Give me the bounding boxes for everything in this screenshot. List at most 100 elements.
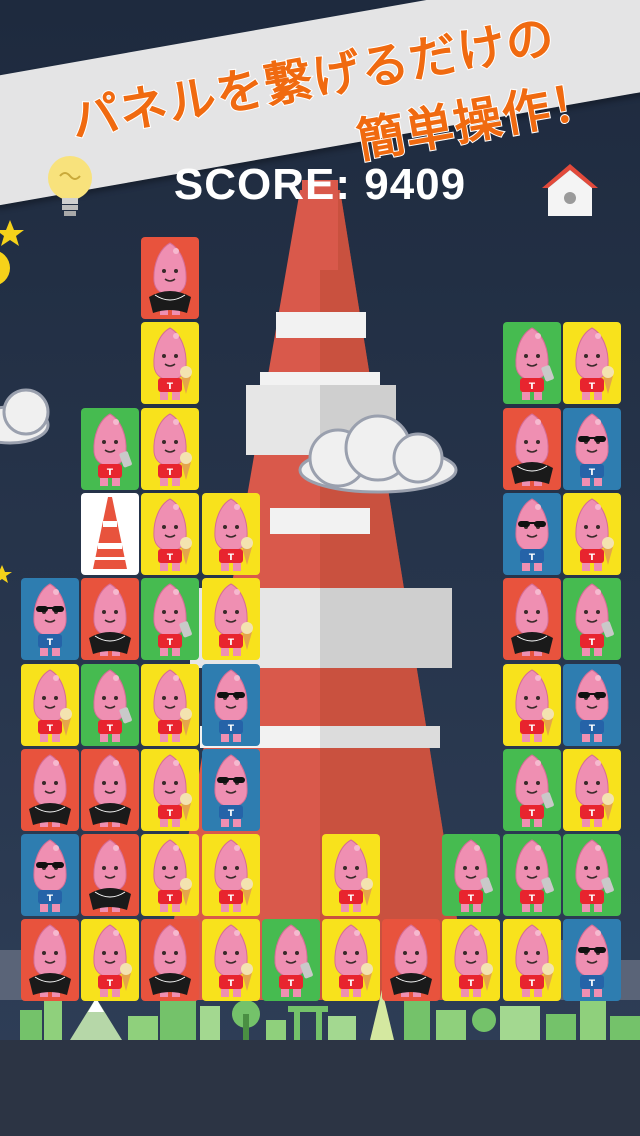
svg-text:T: T — [47, 638, 54, 648]
character-holding-soft-serve-icon: T — [214, 924, 253, 998]
character-holding-smartphone-icon: T — [515, 754, 554, 827]
panel-character-holding-soft-serve[interactable]: T — [502, 919, 561, 1002]
panel-character-holding-smartphone[interactable]: T — [562, 834, 621, 917]
character-with-black-cape-icon: T — [149, 242, 192, 315]
svg-text:T: T — [529, 553, 536, 563]
panel-character-holding-soft-serve[interactable]: T — [141, 322, 200, 405]
svg-text:T: T — [529, 894, 536, 904]
character-holding-soft-serve-icon: T — [153, 754, 193, 827]
panel-character-holding-soft-serve[interactable]: T — [201, 578, 260, 661]
panel-character-with-black-cape[interactable]: T — [382, 919, 441, 1002]
panel-character-holding-soft-serve[interactable]: T — [322, 919, 380, 1002]
character-holding-soft-serve-icon: T — [334, 924, 373, 998]
panel-character-with-sunglasses[interactable]: T — [21, 578, 79, 661]
panel-tokyo-tower-tile[interactable] — [81, 492, 140, 575]
panel-character-holding-soft-serve[interactable]: T — [141, 663, 200, 746]
panel-character-holding-soft-serve[interactable]: T — [562, 748, 621, 831]
character-holding-soft-serve-icon: T — [214, 498, 253, 571]
panel-character-with-black-cape[interactable]: T — [141, 919, 200, 1002]
character-with-sunglasses-icon: T — [214, 668, 248, 742]
character-holding-soft-serve-icon: T — [515, 668, 554, 742]
svg-text:T: T — [529, 724, 536, 734]
svg-text:T: T — [228, 979, 235, 989]
panel-character-with-black-cape[interactable]: T — [141, 237, 200, 319]
character-with-black-cape-icon: T — [510, 583, 553, 657]
panel-character-with-sunglasses[interactable]: T — [502, 492, 561, 575]
character-with-sunglasses-icon: T — [575, 668, 609, 742]
panel-character-holding-soft-serve[interactable]: T — [201, 919, 260, 1002]
character-holding-soft-serve-icon: T — [334, 839, 373, 913]
svg-text:T: T — [529, 809, 536, 819]
character-holding-smartphone-icon: T — [93, 413, 133, 486]
svg-text:T: T — [47, 724, 54, 734]
panel-character-with-sunglasses[interactable]: T — [562, 663, 621, 746]
panel-character-holding-smartphone[interactable]: T — [261, 919, 320, 1002]
character-holding-smartphone-icon: T — [515, 327, 554, 401]
panel-character-holding-smartphone[interactable]: T — [562, 578, 621, 661]
panel-character-with-black-cape[interactable]: T — [502, 578, 561, 661]
character-holding-soft-serve-icon: T — [454, 924, 494, 998]
character-with-black-cape-icon: T — [29, 754, 71, 827]
character-with-black-cape-icon: T — [149, 924, 192, 998]
puzzle-board: TTTTTTTTTTTTTTTTTTTTTTTTTTTTTTTTTTTTTTTT… — [0, 0, 640, 1136]
panel-character-holding-soft-serve[interactable]: T — [562, 322, 621, 405]
character-holding-soft-serve-icon: T — [153, 839, 193, 913]
character-holding-soft-serve-icon: T — [93, 924, 133, 998]
svg-text:T: T — [589, 809, 596, 819]
panel-character-holding-soft-serve[interactable]: T — [322, 834, 380, 917]
character-with-black-cape-icon: T — [510, 413, 553, 486]
panel-character-holding-soft-serve[interactable]: T — [562, 492, 621, 575]
panel-character-holding-soft-serve[interactable]: T — [141, 748, 200, 831]
svg-text:T: T — [348, 894, 355, 904]
tokyo-tower-tile-icon — [93, 496, 128, 569]
svg-text:T: T — [107, 724, 114, 734]
panel-character-holding-soft-serve[interactable]: T — [201, 492, 260, 575]
panel-character-holding-soft-serve[interactable]: T — [442, 919, 501, 1002]
game-screen: パネルを繋げるだけの 簡単操作！ SCORE: 9409 TTTTTTTTTTT… — [0, 0, 640, 1136]
panel-character-holding-soft-serve[interactable]: T — [141, 834, 200, 917]
panel-character-with-sunglasses[interactable]: T — [201, 663, 260, 746]
svg-text:T: T — [589, 979, 596, 989]
panel-character-holding-smartphone[interactable]: T — [502, 748, 561, 831]
panel-character-holding-soft-serve[interactable]: T — [201, 834, 260, 917]
panel-character-holding-soft-serve[interactable]: T — [81, 919, 140, 1002]
character-holding-soft-serve-icon: T — [153, 498, 193, 571]
panel-character-holding-smartphone[interactable]: T — [81, 663, 140, 746]
svg-text:T: T — [107, 979, 114, 989]
panel-character-with-sunglasses[interactable]: T — [21, 834, 79, 917]
character-with-black-cape-icon: T — [89, 839, 132, 913]
panel-character-with-sunglasses[interactable]: T — [562, 407, 621, 490]
character-holding-soft-serve-icon: T — [33, 668, 72, 742]
svg-text:T: T — [167, 468, 174, 478]
svg-text:T: T — [589, 468, 596, 478]
svg-text:T: T — [589, 724, 596, 734]
svg-text:T: T — [167, 382, 174, 392]
panel-character-holding-soft-serve[interactable]: T — [21, 663, 79, 746]
panel-character-holding-soft-serve[interactable]: T — [502, 663, 561, 746]
panel-character-holding-smartphone[interactable]: T — [81, 407, 140, 490]
panel-character-with-sunglasses[interactable]: T — [562, 919, 621, 1002]
panel-character-holding-smartphone[interactable]: T — [502, 322, 561, 405]
panel-character-holding-smartphone[interactable]: T — [502, 834, 561, 917]
panel-character-holding-smartphone[interactable]: T — [141, 578, 200, 661]
svg-text:T: T — [529, 382, 536, 392]
panel-character-with-black-cape[interactable]: T — [21, 748, 79, 831]
panel-character-holding-soft-serve[interactable]: T — [141, 492, 200, 575]
character-holding-soft-serve-icon: T — [575, 498, 614, 571]
panel-character-holding-soft-serve[interactable]: T — [141, 407, 200, 490]
character-holding-smartphone-icon: T — [93, 668, 133, 742]
panel-character-with-black-cape[interactable]: T — [21, 919, 79, 1002]
character-with-black-cape-icon: T — [29, 924, 71, 998]
panel-character-with-black-cape[interactable]: T — [502, 407, 561, 490]
character-with-black-cape-icon: T — [89, 754, 132, 827]
svg-text:T: T — [589, 638, 596, 648]
character-holding-soft-serve-icon: T — [575, 327, 614, 401]
svg-text:T: T — [468, 894, 475, 904]
svg-text:T: T — [348, 979, 355, 989]
panel-character-with-sunglasses[interactable]: T — [201, 748, 260, 831]
svg-text:T: T — [167, 553, 174, 563]
panel-character-with-black-cape[interactable]: T — [81, 748, 140, 831]
panel-character-with-black-cape[interactable]: T — [81, 834, 140, 917]
panel-character-holding-smartphone[interactable]: T — [442, 834, 501, 917]
panel-character-with-black-cape[interactable]: T — [81, 578, 140, 661]
